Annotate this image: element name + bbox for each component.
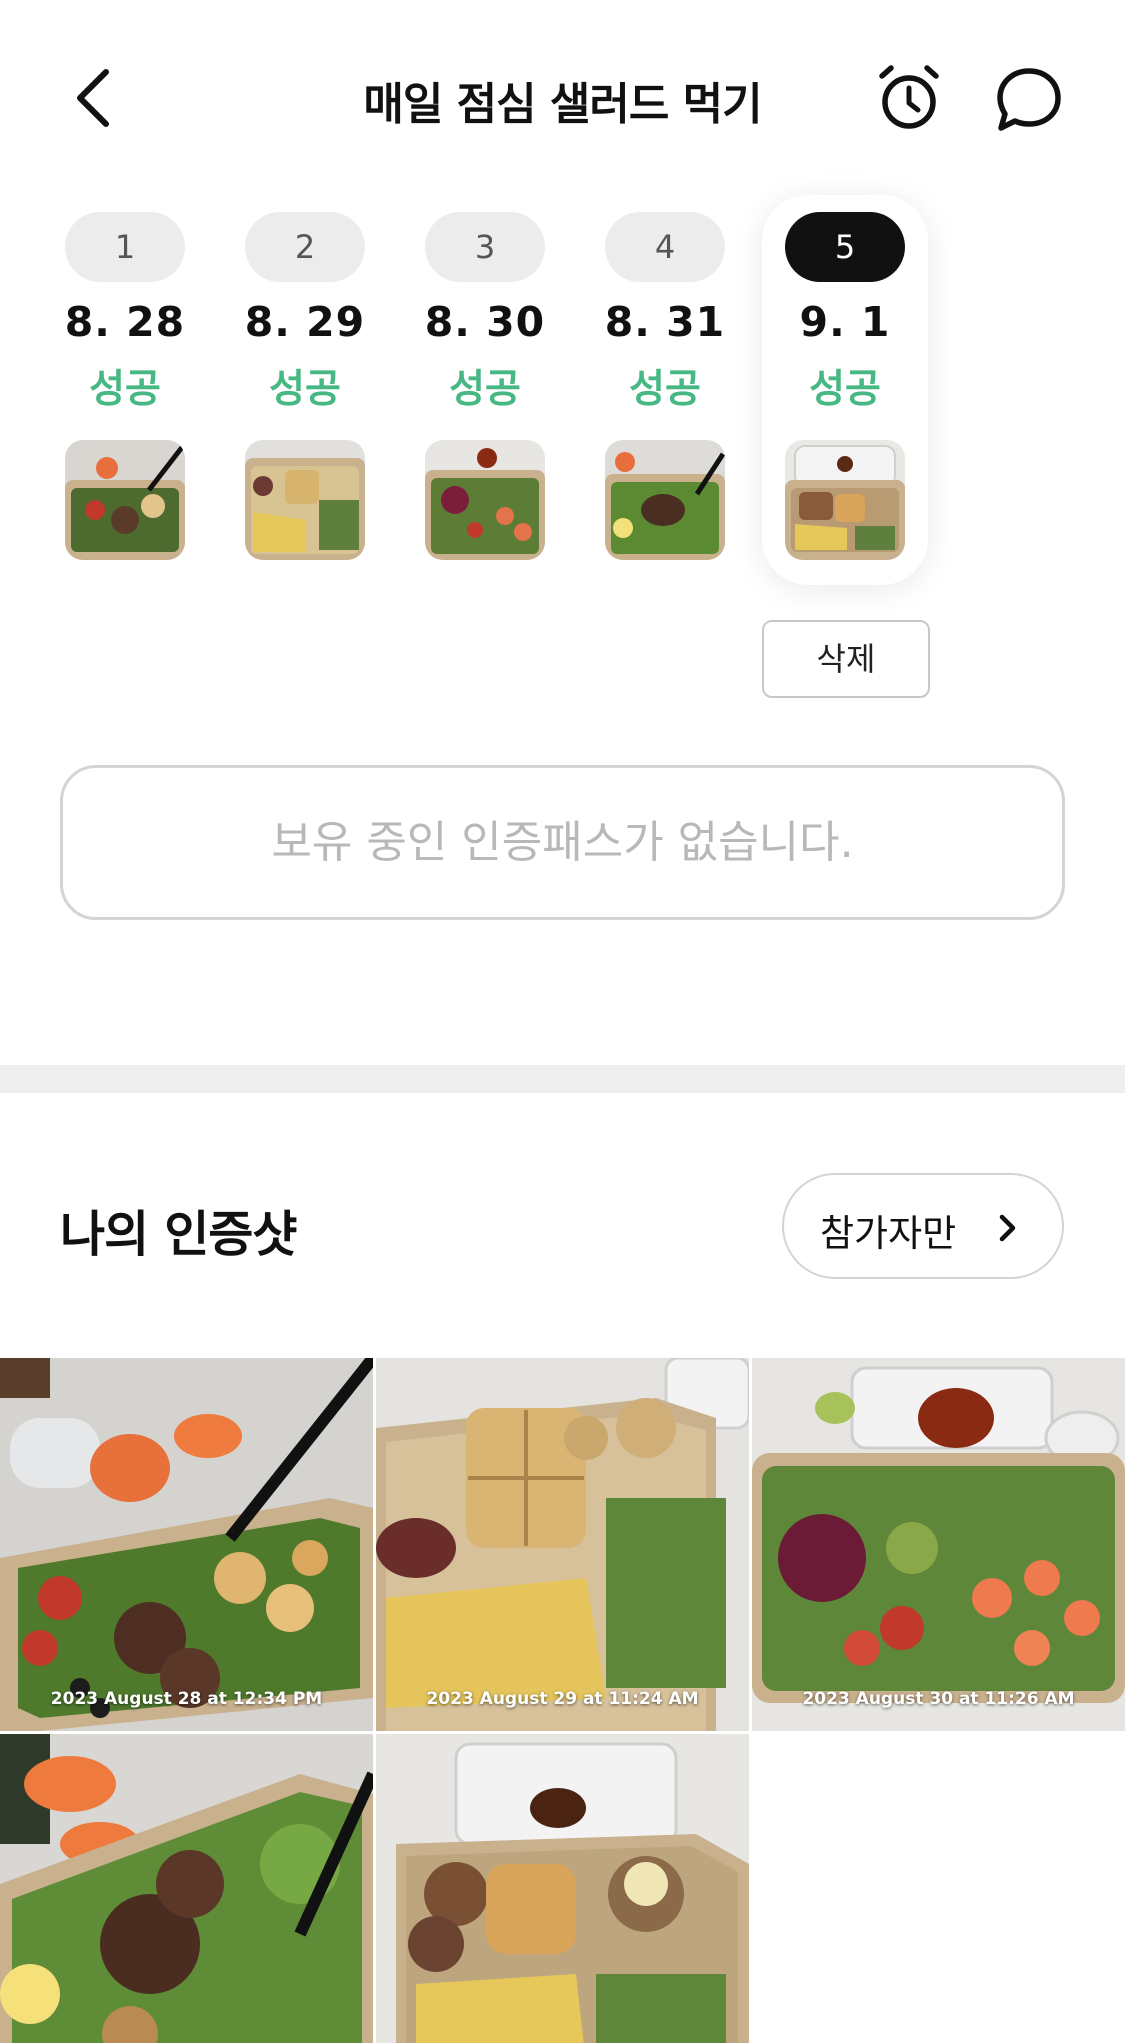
day-date: 8. 31 (604, 298, 726, 346)
section-title: 나의 인증샷 (60, 1206, 297, 1263)
day-status: 성공 (809, 367, 881, 412)
day-number-badge: 3 (425, 212, 545, 282)
salad-photo (376, 1734, 749, 2043)
day-card-4[interactable]: 4 8. 31 성공 (582, 195, 748, 585)
chat-bubble-icon (997, 68, 1061, 131)
day-thumbnail[interactable] (605, 440, 725, 560)
day-number-badge: 4 (605, 212, 725, 282)
shot-photo[interactable] (376, 1734, 749, 2043)
day-card-1[interactable]: 1 8. 28 성공 (42, 195, 208, 585)
day-card-2[interactable]: 2 8. 29 성공 (222, 195, 388, 585)
day-date: 8. 28 (64, 298, 186, 346)
participants-only-button[interactable]: 참가자만 (782, 1173, 1064, 1279)
day-status: 성공 (89, 367, 161, 412)
day-status: 성공 (449, 367, 521, 412)
shot-photo[interactable]: 2023 August 29 at 11:24 AM (376, 1358, 749, 1731)
day-date: 9. 1 (799, 298, 891, 346)
salad-photo-thumbnail (425, 440, 545, 560)
day-number-badge: 1 (65, 212, 185, 282)
day-thumbnail[interactable] (245, 440, 365, 560)
pass-empty-message: 보유 중인 인증패스가 없습니다. (60, 765, 1065, 920)
day-card-5[interactable]: 5 9. 1 성공 (762, 195, 928, 585)
day-status: 성공 (269, 367, 341, 412)
photo-timestamp: 2023 August 29 at 11:24 AM (426, 1689, 699, 1709)
day-thumbnail[interactable] (785, 440, 905, 560)
page-title: 매일 점심 샐러드 먹기 (363, 79, 762, 130)
section-divider (0, 1065, 1125, 1093)
salad-photo (376, 1358, 749, 1731)
day-number-badge: 5 (785, 212, 905, 282)
day-thumbnail[interactable] (65, 440, 185, 560)
shot-photo[interactable]: 2023 August 28 at 12:34 PM (0, 1358, 373, 1731)
salad-photo (752, 1358, 1125, 1731)
salad-photo-thumbnail (785, 440, 905, 560)
salad-photo (0, 1358, 373, 1731)
day-number-badge: 2 (245, 212, 365, 282)
photo-timestamp: 2023 August 28 at 12:34 PM (50, 1689, 323, 1709)
salad-photo-thumbnail (245, 440, 365, 560)
header-bar: 매일 점심 샐러드 먹기 (0, 0, 1125, 200)
chevron-right-icon (999, 1214, 1016, 1242)
alarm-button[interactable] (872, 62, 946, 136)
salad-photo (0, 1734, 373, 2043)
chat-button[interactable] (992, 62, 1066, 136)
alarm-clock-icon (879, 65, 939, 129)
day-date: 8. 29 (244, 298, 366, 346)
day-card-3[interactable]: 3 8. 30 성공 (402, 195, 568, 585)
delete-button[interactable]: 삭제 (762, 620, 930, 698)
shot-photo[interactable]: 2023 August 30 at 11:26 AM (752, 1358, 1125, 1731)
salad-photo-thumbnail (65, 440, 185, 560)
shot-photo[interactable] (0, 1734, 373, 2043)
participants-only-label: 참가자만 (820, 1212, 957, 1255)
salad-photo-thumbnail (605, 440, 725, 560)
day-status: 성공 (629, 367, 701, 412)
day-date: 8. 30 (424, 298, 546, 346)
day-thumbnail[interactable] (425, 440, 545, 560)
photo-timestamp: 2023 August 30 at 11:26 AM (802, 1689, 1075, 1709)
